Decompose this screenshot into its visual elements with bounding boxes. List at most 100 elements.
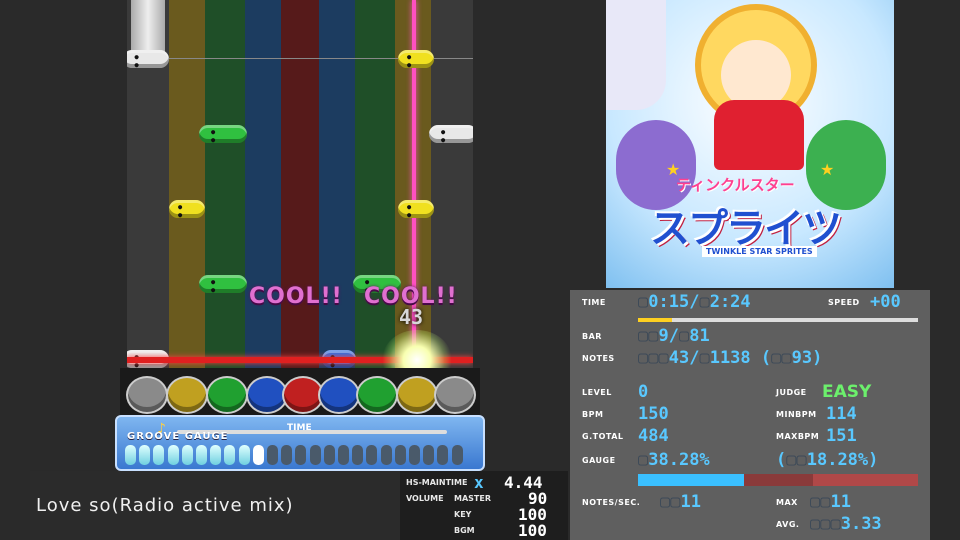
stats-panel: TIME ▢0:15/▢2:24 SPEED +00 BAR ▢▢9/▢81 N… (570, 290, 930, 540)
level-value: 0 (638, 382, 649, 402)
note-yellow: ● ● (398, 50, 434, 69)
nps-label: NOTES/SEC. (582, 498, 641, 507)
bar-readout: ▢▢9/▢81 (638, 326, 710, 346)
time-current: 0:15 (648, 292, 690, 312)
button-yellow-2 (396, 376, 438, 414)
character-top-left (606, 0, 666, 110)
time-readout: ▢0:15/▢2:24 (638, 292, 751, 312)
gauge-segment (394, 445, 406, 465)
gauge-segment (295, 445, 307, 465)
button-green (206, 376, 248, 414)
gauge-segment (196, 445, 207, 465)
button-yellow (166, 376, 208, 414)
note-green: ● ● (199, 275, 247, 294)
button-green-2 (356, 376, 398, 414)
nps-value: 11 (680, 492, 701, 512)
gauge-label: GAUGE (582, 456, 616, 465)
note-white: ● ● (429, 125, 473, 144)
button-row (120, 368, 480, 416)
minbpm-label: MINBPM (776, 410, 817, 419)
notes-paren: 93 (791, 348, 813, 368)
star-icon: ★ (820, 160, 835, 179)
progress-track (638, 318, 918, 322)
song-banner: ティンクルスター スプライツ TWINKLE STAR SPRITES ★ ★ (606, 0, 894, 288)
gauge-value: 38.28% (648, 450, 710, 470)
avg-label: AVG. (776, 520, 800, 529)
gtotal-value: 484 (638, 426, 669, 446)
bgm-label: BGM (454, 526, 475, 535)
maxbpm-value: 151 (826, 426, 857, 446)
maxbpm-label: MAXBPM (776, 432, 820, 441)
progress-fill (638, 318, 672, 322)
minbpm-value: 114 (826, 404, 857, 424)
gauge-segment (423, 445, 435, 465)
button-white-2 (434, 376, 476, 414)
key-label: KEY (454, 510, 472, 519)
gauge-segment (125, 445, 136, 465)
banner-subtitle: TWINKLE STAR SPRITES (702, 246, 817, 257)
gauge-track (638, 474, 918, 486)
hs-maintime-label: HS-MAINTIME (406, 478, 468, 487)
bpm-value: 150 (638, 404, 669, 424)
notes-total: 1138 (709, 348, 751, 368)
banner-title-jp: ティンクルスター (676, 176, 795, 194)
level-label: LEVEL (582, 388, 612, 397)
note-yellow: ● ● (169, 200, 205, 219)
lane-green (205, 0, 245, 415)
bar-total: 81 (689, 326, 710, 346)
time-total: 2:24 (709, 292, 751, 312)
gauge-fill (638, 474, 745, 486)
notes-readout: ▢▢▢43/▢1138 (▢▢93) (638, 348, 823, 368)
note-white: ● ● (127, 50, 169, 69)
gauge-segment (224, 445, 236, 465)
playfield: ● ● ● ● ● ● ● ● ● ● ● ● ● ● ● ● ● ● ● ● … (127, 0, 473, 415)
speed-label: SPEED (828, 298, 860, 307)
gauge-segment (281, 445, 293, 465)
max-readout: ▢▢11 (810, 492, 851, 512)
hs-x: x (474, 473, 484, 492)
gauge-survival-zone (813, 474, 918, 486)
bar-label: BAR (582, 332, 602, 341)
volume-panel: HS-MAINTIME x 4.44 VOLUME MASTER 90 KEY … (400, 471, 568, 540)
gauge-segment (167, 445, 179, 465)
bar-current: 9 (658, 326, 669, 346)
song-title: Love so(Radio active mix) (36, 495, 294, 516)
time-label: TIME (582, 298, 606, 307)
max-value: 11 (830, 492, 851, 512)
star-icon: ★ (666, 160, 681, 179)
lane-red (281, 0, 319, 415)
gauge-paren: 18.28% (806, 450, 869, 470)
speed-value: +00 (870, 292, 901, 312)
bpm-label: BPM (582, 410, 604, 419)
gauge-segment (437, 445, 449, 465)
gauge-segment (309, 445, 321, 465)
gauge-segment (210, 445, 222, 465)
master-label: MASTER (454, 494, 491, 503)
groove-gauge-panel: TIME ♪ GROOVE GAUGE (115, 415, 485, 471)
gauge-segment (380, 445, 392, 465)
notes-label: NOTES (582, 354, 615, 363)
gauge-segment (238, 445, 250, 465)
notes-current: 43 (668, 348, 690, 368)
max-label: MAX (776, 498, 798, 507)
character-body (714, 100, 804, 170)
gtotal-label: G.TOTAL (582, 432, 624, 441)
gauge-segment (338, 445, 349, 465)
groove-gauge-label: GROOVE GAUGE (127, 431, 229, 442)
gauge-segment (153, 445, 165, 465)
button-white (126, 376, 168, 414)
volume-label: VOLUME (406, 494, 444, 503)
gauge-segment (323, 445, 335, 465)
avg-readout: ▢▢▢3.33 (810, 514, 882, 534)
bgm-value: 100 (518, 521, 547, 540)
note-green: ● ● (199, 125, 247, 144)
judge-label: JUDGE (776, 388, 807, 397)
combo-count: 43 (399, 305, 424, 329)
gauge-segment (252, 445, 264, 465)
gauge-paren-readout: (▢▢18.28%) (776, 450, 879, 470)
gauge-segment (352, 445, 364, 465)
lane-blue (245, 0, 281, 415)
note-yellow: ● ● (398, 200, 434, 219)
avg-value: 3.33 (840, 514, 882, 534)
button-blue-2 (318, 376, 360, 414)
